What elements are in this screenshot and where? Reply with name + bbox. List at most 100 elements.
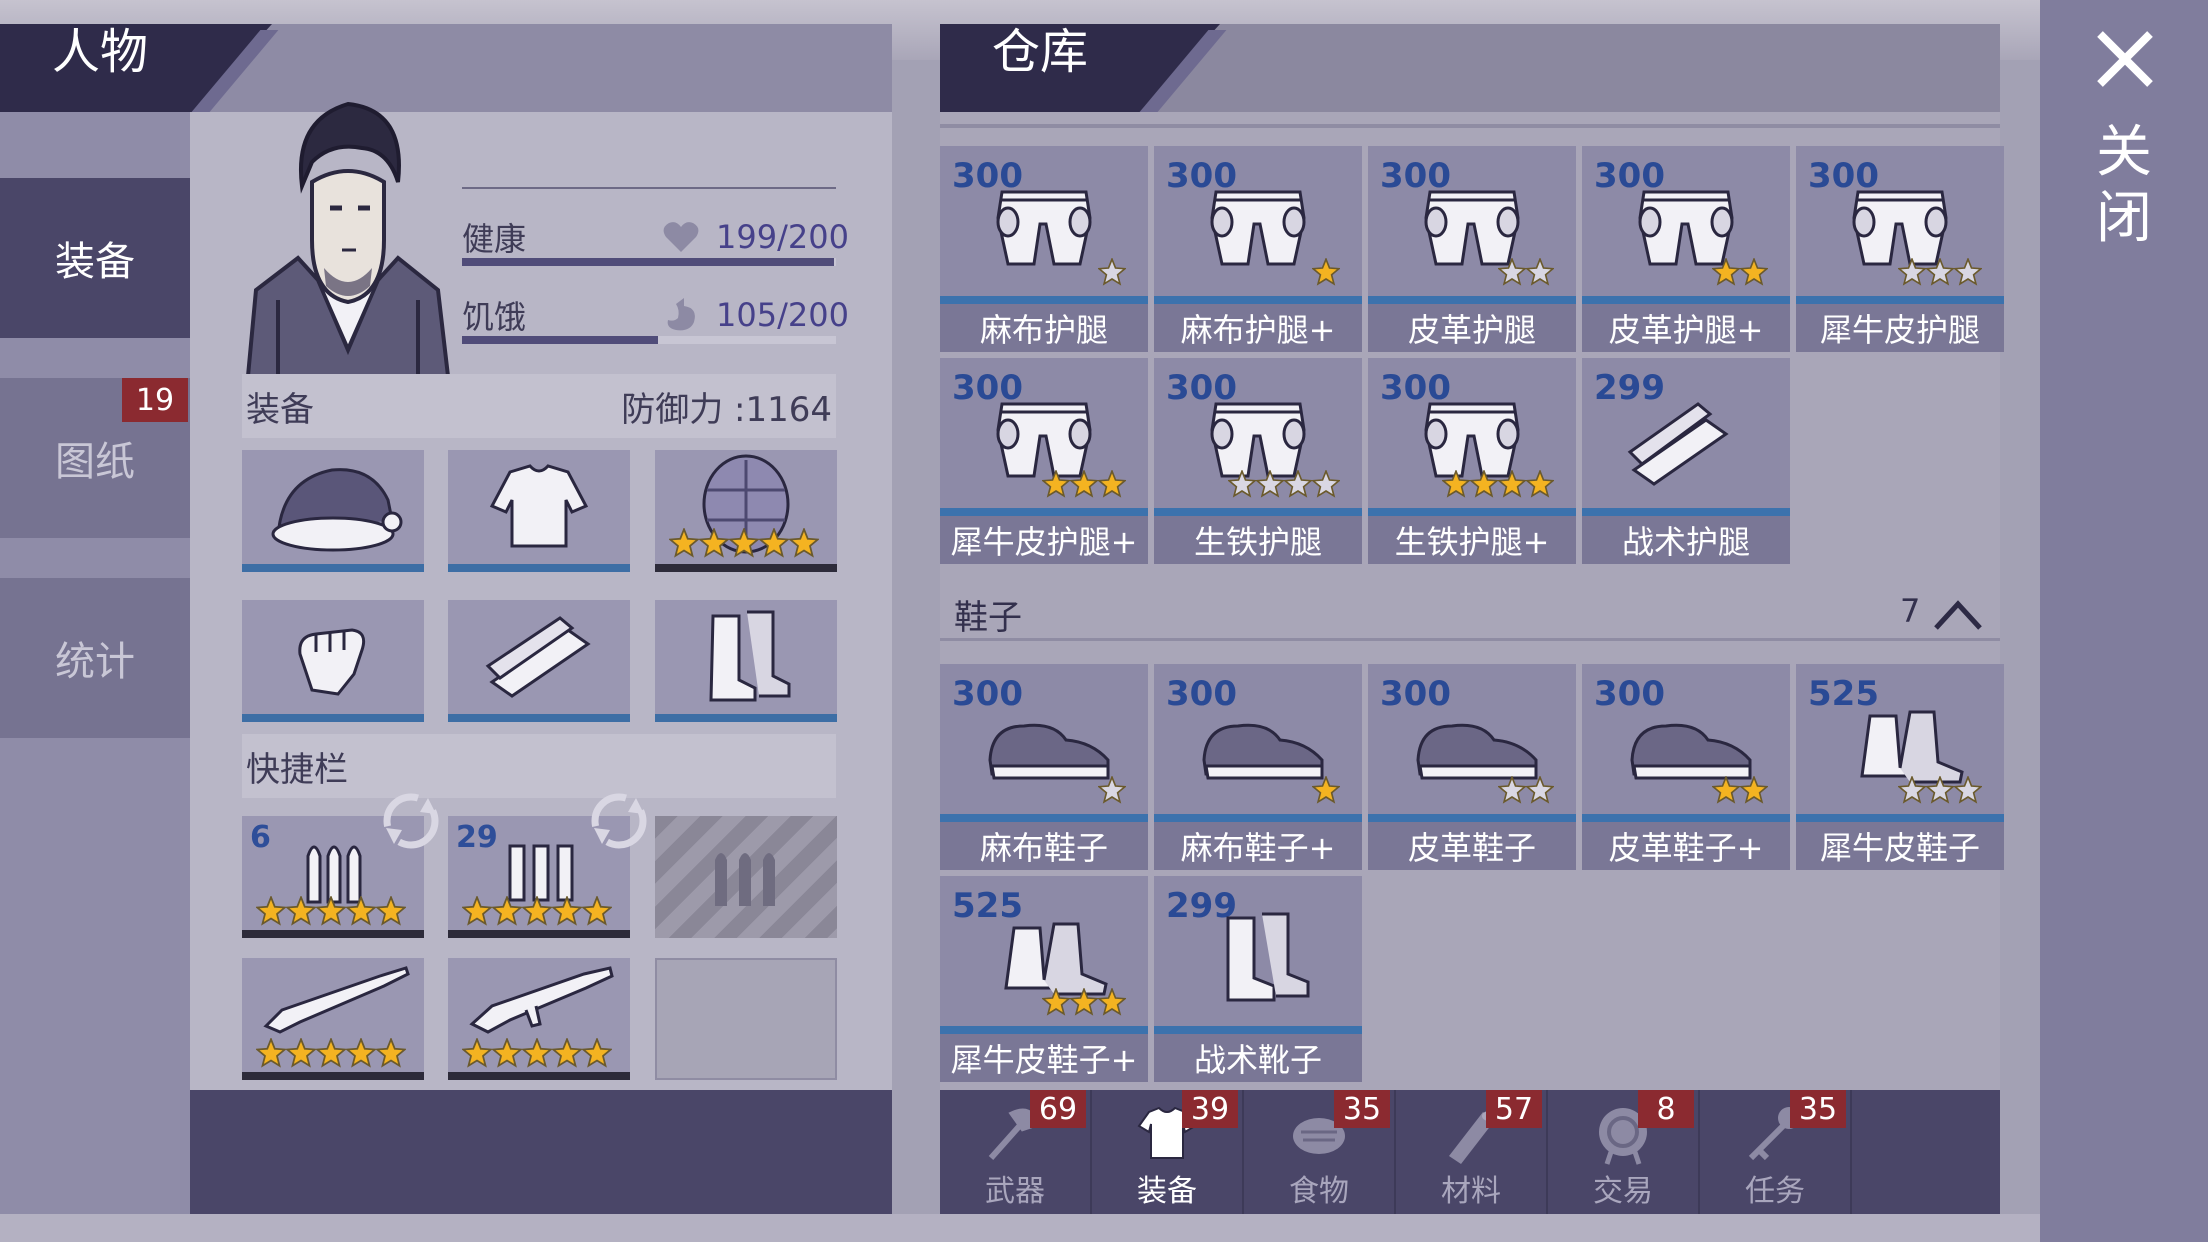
shoe-item[interactable]: 525 犀牛皮鞋子 [1796, 664, 2004, 870]
shoe-item[interactable]: 300 皮革鞋子+ [1582, 664, 1790, 870]
item-stars [1042, 470, 1126, 498]
shoe-item[interactable]: 300 皮革鞋子 [1368, 664, 1576, 870]
leg-item[interactable]: 300 犀牛皮护腿 [1796, 146, 2004, 352]
star-icon [256, 1038, 286, 1068]
star-icon [1070, 988, 1098, 1016]
star-icon [759, 528, 789, 558]
leg-item[interactable]: 300 皮革护腿 [1368, 146, 1576, 352]
leg-item[interactable]: 300 生铁护腿 [1154, 358, 1362, 564]
equip-slot-body[interactable] [448, 450, 630, 572]
equip-slot-back[interactable] [655, 450, 837, 572]
equipment-section-label: 装备 [246, 389, 314, 430]
item-bar [1582, 296, 1790, 304]
leg-item[interactable]: 300 犀牛皮护腿+ [940, 358, 1148, 564]
item-stars [1898, 776, 1982, 804]
leg-item[interactable]: 300 麻布护腿+ [1154, 146, 1362, 352]
item-bar [1796, 296, 2004, 304]
star-icon [1042, 470, 1070, 498]
equip-slot-legs[interactable] [448, 600, 630, 722]
quickbar-label: 快捷栏 [246, 749, 348, 790]
item-name: 生铁护腿+ [1368, 516, 1576, 564]
star-icon [1898, 258, 1926, 286]
shirt-icon [489, 464, 589, 548]
pants-icon [996, 190, 1092, 266]
star-icon [1954, 258, 1982, 286]
leg-item[interactable]: 300 麻布护腿 [940, 146, 1148, 352]
category-tab-tshirt[interactable]: 39 装备 [1092, 1090, 1244, 1214]
star-icon [522, 1038, 552, 1068]
item-bar [1582, 814, 1790, 822]
tab-statistics[interactable]: 统计 [0, 578, 190, 738]
hunger-value: 105/200 [716, 296, 849, 334]
quickbar-section-bar: 快捷栏 [242, 734, 836, 798]
star-icon [1498, 258, 1526, 286]
star-icon [1498, 776, 1526, 804]
quick-slot-5-stars [462, 1038, 612, 1068]
category-badge: 57 [1486, 1090, 1542, 1128]
quick-slot-6-empty[interactable] [655, 958, 837, 1080]
shoe-item[interactable]: 525 犀牛皮鞋子+ [940, 876, 1148, 1082]
category-tab-axe[interactable]: 69 武器 [940, 1090, 1092, 1214]
item-name: 麻布护腿 [940, 304, 1148, 352]
shoe-item[interactable]: 300 麻布鞋子+ [1154, 664, 1362, 870]
equipment-section-bar: 装备 防御力 :1164 [242, 374, 836, 438]
item-bar [1368, 814, 1576, 822]
chevron-up-icon[interactable] [1932, 596, 1984, 632]
leg-item[interactable]: 300 生铁护腿+ [1368, 358, 1576, 564]
quick-slot-2-count: 29 [456, 820, 498, 855]
leg-item[interactable]: 299 战术护腿 [1582, 358, 1790, 564]
blueprints-badge: 19 [122, 378, 188, 422]
swap-icon-2[interactable] [588, 790, 650, 852]
star-icon [462, 896, 492, 926]
star-icon [346, 896, 376, 926]
shoes-category-bar[interactable]: 鞋子 7 [940, 586, 2000, 642]
warehouse-divider [940, 124, 2000, 128]
star-icon [286, 896, 316, 926]
star-icon [1470, 470, 1498, 498]
item-name: 犀牛皮护腿+ [940, 516, 1148, 564]
shoe-item[interactable]: 299 战术靴子 [1154, 876, 1362, 1082]
star-icon [1042, 988, 1070, 1016]
equip-slot-feet[interactable] [655, 600, 837, 722]
quick-slot-3-locked[interactable] [655, 816, 837, 938]
item-stars [1042, 988, 1126, 1016]
item-picture [984, 178, 1104, 288]
quick-slot-2-stars [462, 896, 612, 926]
star-icon [1926, 258, 1954, 286]
tab-equipment[interactable]: 装备 [0, 178, 190, 338]
star-icon [522, 896, 552, 926]
item-stars [1098, 776, 1126, 804]
item-bar [1154, 508, 1362, 516]
category-tab-key[interactable]: 35 任务 [1700, 1090, 1852, 1214]
star-icon [1312, 470, 1340, 498]
tactical-boots-icon [1226, 912, 1310, 1002]
item-picture [1626, 390, 1746, 500]
star-icon [316, 896, 346, 926]
category-tab-wood[interactable]: 57 材料 [1396, 1090, 1548, 1214]
category-tab-food[interactable]: 35 食物 [1244, 1090, 1396, 1214]
leg-item[interactable]: 300 皮革护腿+ [1582, 146, 1790, 352]
close-icon[interactable] [2092, 26, 2158, 92]
quick-slot-4[interactable] [242, 958, 424, 1080]
item-name: 战术护腿 [1582, 516, 1790, 564]
item-stars [1898, 258, 1982, 286]
quick-slot-5[interactable] [448, 958, 630, 1080]
close-label[interactable]: 关闭 [2088, 120, 2160, 252]
category-tab-row: 69 武器 39 装备 35 食物 57 材料 8 交易 35 任务 [940, 1090, 2000, 1214]
category-tab-trade[interactable]: 8 交易 [1548, 1090, 1700, 1214]
category-badge: 69 [1030, 1090, 1086, 1128]
item-bar [940, 508, 1148, 516]
star-icon [729, 528, 759, 558]
character-footer [190, 1090, 892, 1214]
health-bar-fill [462, 258, 835, 266]
quick-slot-1-count: 6 [250, 820, 271, 855]
shoe-item[interactable]: 300 麻布鞋子 [940, 664, 1148, 870]
item-bar [940, 296, 1148, 304]
item-bar [1582, 508, 1790, 516]
defense-value: 防御力 :1164 [621, 389, 832, 430]
star-icon [1498, 470, 1526, 498]
equip-slot-head[interactable] [242, 450, 424, 572]
swap-icon-1[interactable] [380, 790, 442, 852]
equip-slot-hands[interactable] [242, 600, 424, 722]
item-stars [1312, 258, 1340, 286]
